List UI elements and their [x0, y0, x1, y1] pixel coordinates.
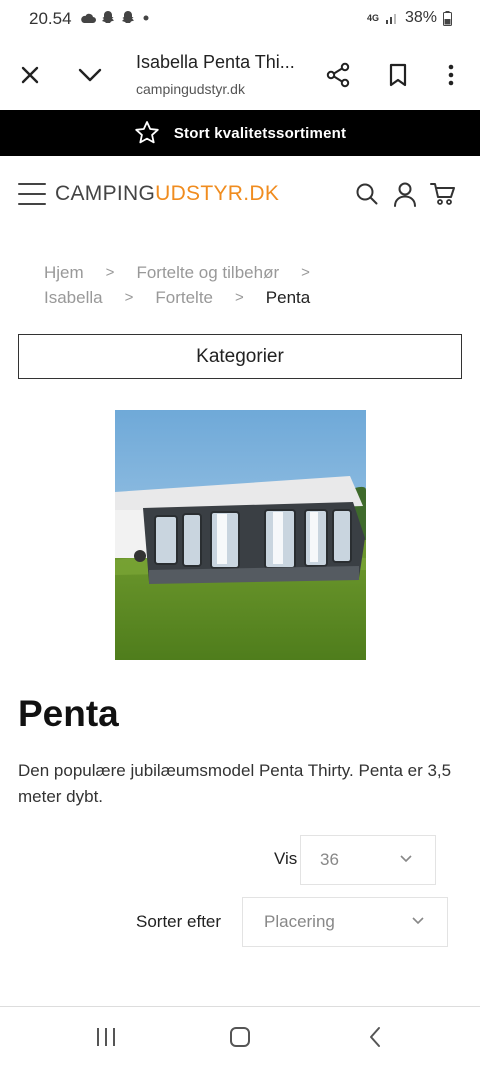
minimize-button[interactable]: [73, 58, 107, 92]
snapchat-icon: [102, 11, 114, 23]
chevron-down-icon: [400, 855, 412, 863]
status-time: 20.54: [29, 9, 72, 28]
back-icon: [370, 1027, 380, 1047]
recent-apps-icon: [97, 1028, 115, 1046]
page-url: campingudstyr.dk: [136, 81, 245, 97]
logo-part-2: UDSTYR.DK: [155, 182, 280, 205]
show-per-page-select[interactable]: 36: [300, 835, 436, 885]
chevron-right-icon: >: [235, 289, 244, 306]
sort-by-value: Placering: [264, 912, 335, 931]
page-title-browser: Isabella Penta Thi...: [136, 52, 295, 72]
cart-icon: [430, 183, 455, 205]
share-icon: [326, 62, 350, 88]
search-button[interactable]: [354, 180, 380, 208]
user-icon: [394, 182, 416, 207]
chevron-right-icon: >: [301, 264, 310, 281]
back-button[interactable]: [360, 1023, 390, 1051]
status-bar: 20.54 4G 38%: [0, 0, 480, 40]
more-vert-icon: [448, 64, 454, 86]
header-actions: [354, 180, 456, 208]
system-nav-bar: [0, 1007, 480, 1067]
site-header: CAMPINGUDSTYR.DK: [0, 156, 480, 236]
account-button[interactable]: [392, 180, 418, 208]
cart-button[interactable]: [430, 180, 456, 208]
network-type: 4G: [366, 12, 379, 23]
promo-text: Stort kvalitetssortiment: [173, 124, 347, 142]
snapchat-icon: [122, 11, 134, 23]
share-button[interactable]: [321, 58, 355, 92]
chevron-down-icon: [412, 917, 424, 925]
star-outline-icon: [135, 121, 159, 144]
breadcrumb-isabella[interactable]: Isabella: [44, 285, 103, 310]
dot-icon: [143, 15, 149, 21]
home-button[interactable]: [225, 1023, 255, 1051]
search-icon: [356, 183, 378, 205]
signal-icon: [385, 14, 396, 24]
breadcrumb-current: Penta: [265, 288, 311, 307]
more-options-button[interactable]: [434, 58, 468, 92]
breadcrumb: Hjem > Fortelte og tilbehør > Isabella >…: [44, 260, 464, 310]
category-description: Den populære jubilæumsmodel Penta Thirty…: [18, 761, 452, 806]
breadcrumb-fortelte[interactable]: Fortelte: [155, 285, 213, 310]
chevron-down-icon: [78, 68, 102, 82]
breadcrumb-home[interactable]: Hjem: [44, 260, 84, 285]
sort-by-select[interactable]: Placering: [242, 897, 448, 947]
promo-banner: Stort kvalitetssortiment: [0, 110, 480, 156]
logo-part-1: CAMPING: [55, 182, 156, 205]
home-icon: [230, 1027, 250, 1047]
bookmark-icon: [389, 63, 407, 87]
browser-toolbar: Isabella Penta Thi... campingudstyr.dk: [0, 40, 480, 110]
cloud-icon: [81, 13, 96, 23]
status-right: 4G 38%: [367, 9, 452, 27]
battery-percent: 38%: [404, 9, 437, 26]
hamburger-menu-icon[interactable]: [18, 183, 46, 205]
chevron-right-icon: >: [105, 264, 115, 281]
site-logo[interactable]: CAMPINGUDSTYR.DK: [55, 182, 279, 206]
categories-button[interactable]: Kategorier: [18, 334, 462, 379]
chevron-right-icon: >: [124, 289, 134, 306]
battery-icon: [443, 10, 452, 26]
status-notification-icons: [80, 10, 152, 26]
close-tab-button[interactable]: [13, 58, 47, 92]
category-title: Penta: [18, 693, 119, 734]
sort-by-label: Sorter efter: [136, 912, 222, 931]
breadcrumb-fortelte-tilbehor[interactable]: Fortelte og tilbehør: [136, 260, 279, 285]
show-per-page-label: Vis: [274, 849, 298, 868]
product-image: [115, 410, 366, 660]
recent-apps-button[interactable]: [91, 1023, 121, 1051]
bookmark-button[interactable]: [381, 58, 415, 92]
show-per-page-value: 36: [320, 850, 339, 869]
close-icon: [21, 66, 39, 84]
